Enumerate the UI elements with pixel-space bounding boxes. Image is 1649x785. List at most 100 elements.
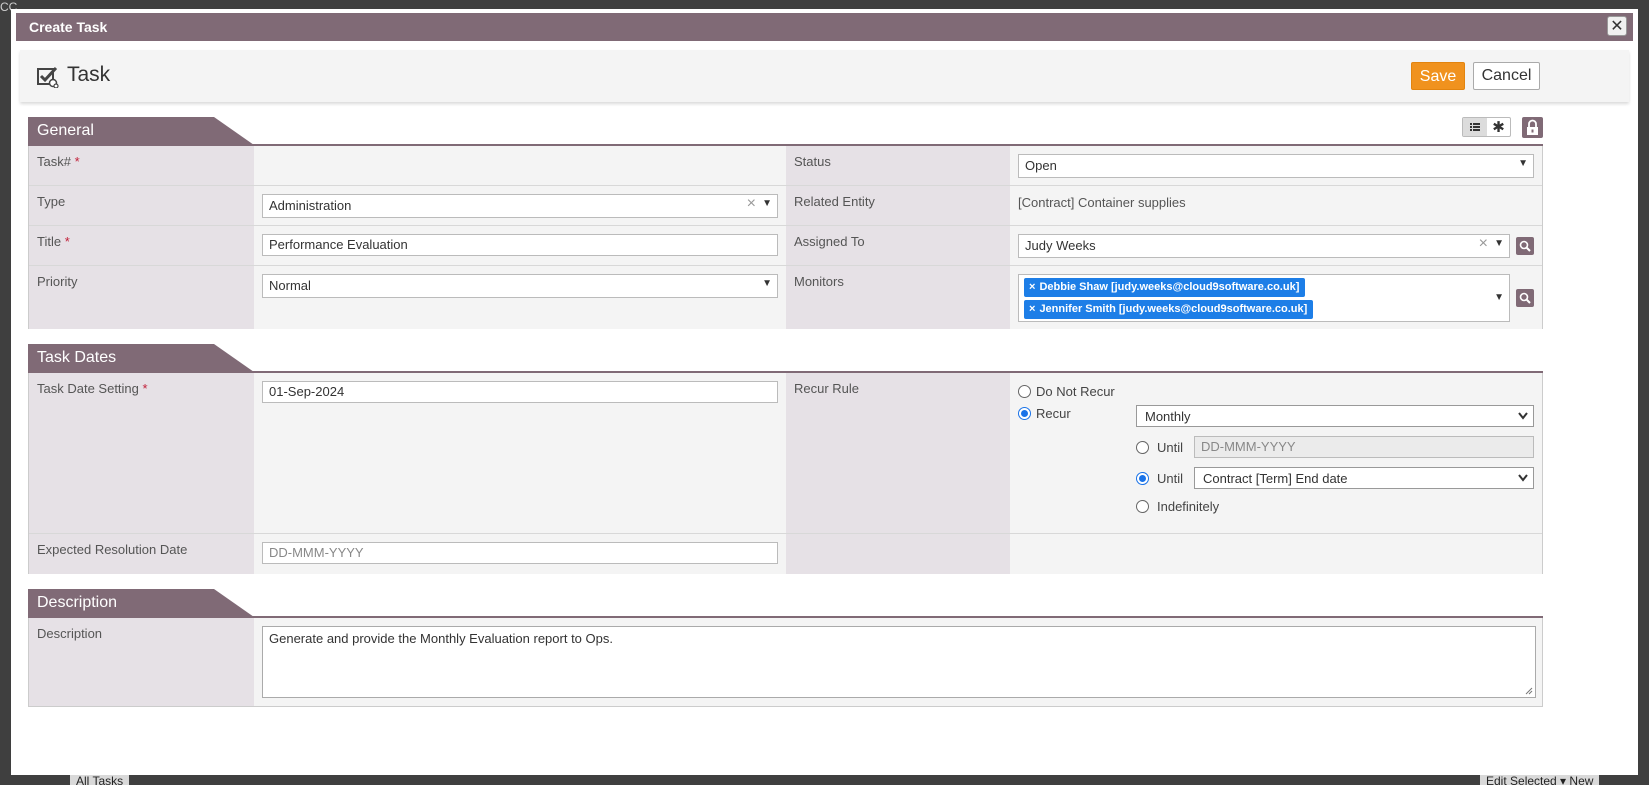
lock-button[interactable] <box>1522 117 1543 138</box>
do-not-recur-label: Do Not Recur <box>1036 384 1115 399</box>
expected-resolution-input[interactable]: DD-MMM-YYYY <box>262 542 778 564</box>
resize-grip-icon[interactable] <box>1525 687 1533 695</box>
task-date-input[interactable]: 01-Sep-2024 <box>262 381 778 403</box>
row-expected-resolution: Expected Resolution Date DD-MMM-YYYY <box>29 534 1542 574</box>
recur-frequency-value: Monthly <box>1145 409 1191 424</box>
section-task-dates-title: Task Dates <box>37 349 117 366</box>
description-label: Description <box>37 626 103 641</box>
monitor-tag[interactable]: × Jennifer Smith [judy.weeks@cloud9softwa… <box>1024 300 1314 319</box>
type-select[interactable]: Administration × ▼ <box>262 194 778 218</box>
title-input[interactable]: Performance Evaluation <box>262 234 778 256</box>
task-checkbox-icon <box>37 66 59 88</box>
until-contract-radio[interactable] <box>1136 472 1149 485</box>
row-priority-monitors: Priority Normal ▼ Monitors × Debbie Shaw … <box>29 266 1542 329</box>
title-label: Title <box>37 234 62 249</box>
save-button[interactable]: Save <box>1411 62 1465 90</box>
until-date-placeholder: DD-MMM-YYYY <box>1201 439 1296 454</box>
background-filter: All Tasks <box>70 774 130 785</box>
chevron-down-icon: ▼ <box>1518 158 1528 169</box>
task-no-label: Task# <box>37 154 71 169</box>
recur-radio[interactable] <box>1018 407 1031 420</box>
close-icon: ✕ <box>1610 18 1624 35</box>
recur-rule-label: Recur Rule <box>794 381 860 396</box>
until-contract-select[interactable]: Contract [Term] End date <box>1194 467 1534 489</box>
task-no-value <box>254 146 786 185</box>
asterisk-icon: ✱ <box>1492 119 1505 136</box>
chevron-down-icon <box>1518 474 1528 482</box>
until-contract-value: Contract [Term] End date <box>1203 471 1348 486</box>
page-title: Task <box>67 63 111 86</box>
status-select[interactable]: Open ▼ <box>1018 154 1534 178</box>
remove-tag-icon[interactable]: × <box>1029 281 1035 293</box>
clear-icon[interactable]: × <box>1479 235 1488 253</box>
recur-label: Recur <box>1036 406 1071 421</box>
task-date-value: 01-Sep-2024 <box>269 384 345 399</box>
expected-resolution-placeholder: DD-MMM-YYYY <box>269 545 364 560</box>
related-entity-label: Related Entity <box>794 194 875 209</box>
search-icon <box>1519 240 1531 252</box>
related-entity-value: [Contract] Container supplies <box>1018 195 1186 210</box>
chevron-down-icon: ▼ <box>1494 292 1504 303</box>
search-icon <box>1519 292 1531 304</box>
do-not-recur-radio[interactable] <box>1018 385 1031 398</box>
chevron-down-icon: ▼ <box>762 278 772 289</box>
row-date-setting-recur: Task Date Setting * 01-Sep-2024 Recur Ru… <box>29 373 1542 534</box>
empty-value-cell <box>1010 534 1542 574</box>
recur-frequency-select[interactable]: Monthly <box>1136 405 1534 427</box>
assigned-to-label: Assigned To <box>794 234 865 249</box>
cancel-button[interactable]: Cancel <box>1473 62 1540 90</box>
empty-label-cell <box>786 534 1010 574</box>
type-label: Type <box>37 194 66 209</box>
description-grid: Description Generate and provide the Mon… <box>28 618 1543 707</box>
section-general-title: General <box>37 122 94 139</box>
task-dates-grid: Task Date Setting * 01-Sep-2024 Recur Ru… <box>28 373 1543 574</box>
row-description: Description Generate and provide the Mon… <box>29 618 1542 706</box>
priority-select[interactable]: Normal ▼ <box>262 274 778 298</box>
required-fields-toggle[interactable]: ✱ <box>1487 118 1510 136</box>
background-actions: Edit Selected ▾ New <box>1480 774 1600 785</box>
row-title-assigned: Title * Performance Evaluation Assigned … <box>29 226 1542 266</box>
until-date-label: Until <box>1157 440 1184 455</box>
until-date-radio[interactable] <box>1136 441 1149 454</box>
section-description-title: Description <box>37 594 118 611</box>
required-marker: * <box>64 234 70 249</box>
title-value: Performance Evaluation <box>269 237 408 252</box>
assigned-to-value: Judy Weeks <box>1025 238 1096 253</box>
monitors-lookup-button[interactable] <box>1516 289 1534 307</box>
layout-toggle-group: ✱ <box>1462 117 1511 137</box>
expected-resolution-label: Expected Resolution Date <box>37 542 188 557</box>
description-value: Generate and provide the Monthly Evaluat… <box>269 631 613 646</box>
row-type-related: Type Administration × ▼ Related Entity [… <box>29 186 1542 226</box>
task-date-setting-label: Task Date Setting <box>37 381 139 396</box>
until-contract-label: Until <box>1157 471 1184 486</box>
status-label: Status <box>794 154 831 169</box>
monitor-tag[interactable]: × Debbie Shaw [judy.weeks@cloud9software.… <box>1024 278 1306 297</box>
indefinitely-radio[interactable] <box>1136 500 1149 513</box>
monitors-label: Monitors <box>794 274 844 289</box>
list-icon <box>1470 123 1480 131</box>
chevron-down-icon <box>1518 412 1528 420</box>
close-button[interactable]: ✕ <box>1607 16 1627 36</box>
form-toolbar: Task Save Cancel <box>20 50 1629 102</box>
type-value: Administration <box>269 198 352 213</box>
status-value: Open <box>1025 158 1057 173</box>
until-date-input[interactable]: DD-MMM-YYYY <box>1194 436 1534 458</box>
chevron-down-icon: ▼ <box>762 198 772 209</box>
create-task-dialog: Create Task ✕ Task Save Cancel General ✱… <box>11 9 1638 775</box>
required-marker: * <box>74 154 80 169</box>
dialog-titlebar: Create Task ✕ <box>16 13 1633 41</box>
assigned-to-select[interactable]: Judy Weeks × ▼ <box>1018 234 1510 258</box>
chevron-down-icon: ▼ <box>1494 238 1504 249</box>
lock-icon <box>1527 119 1538 135</box>
general-grid: Task# * Status Open ▼ Type Administratio… <box>28 146 1543 329</box>
row-task-no-status: Task# * Status Open ▼ <box>29 146 1542 186</box>
priority-value: Normal <box>269 278 311 293</box>
remove-tag-icon[interactable]: × <box>1029 303 1035 315</box>
assigned-to-lookup-button[interactable] <box>1516 237 1534 255</box>
priority-label: Priority <box>37 274 78 289</box>
description-textarea[interactable]: Generate and provide the Monthly Evaluat… <box>262 626 1536 698</box>
monitors-multiselect[interactable]: × Debbie Shaw [judy.weeks@cloud9software.… <box>1018 274 1510 322</box>
clear-icon[interactable]: × <box>747 195 756 213</box>
list-view-toggle[interactable] <box>1463 118 1487 136</box>
required-marker: * <box>142 381 148 396</box>
